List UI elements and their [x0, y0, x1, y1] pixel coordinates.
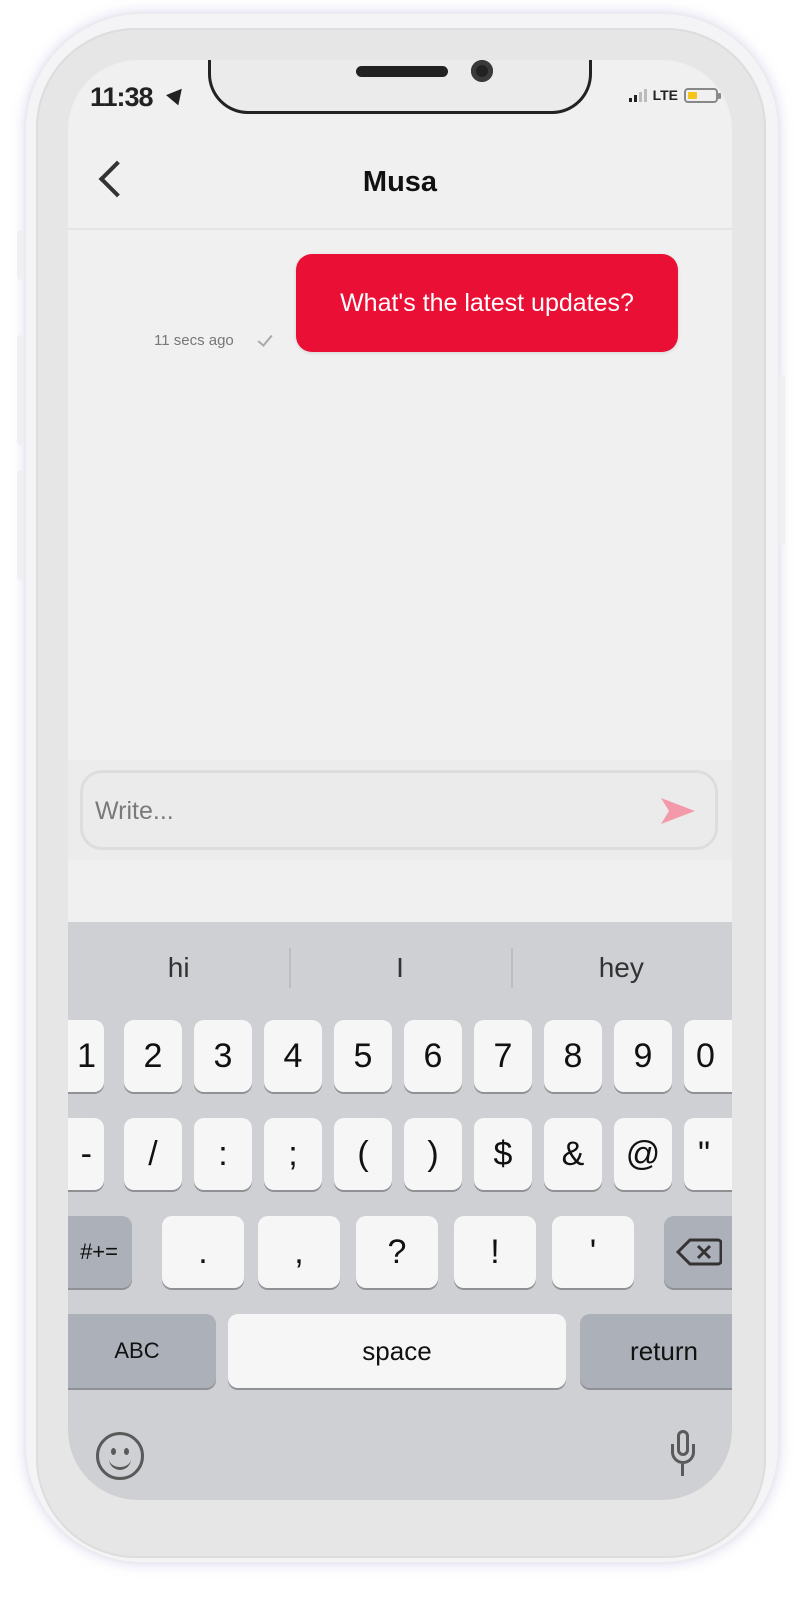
key[interactable]: 1: [68, 1020, 104, 1092]
status-indicators: LTE: [628, 87, 721, 103]
keyboard: hi I hey 1 2 3 4 5 6 7 8 9 0 - / : ; ( )…: [68, 922, 732, 1500]
volume-up-button: [17, 335, 23, 445]
volume-down-button: [17, 470, 23, 580]
front-camera: [471, 60, 493, 82]
return-key[interactable]: return: [580, 1314, 732, 1388]
key[interactable]: 5: [334, 1020, 392, 1092]
chat-header: Musa: [68, 146, 732, 226]
earpiece-speaker: [356, 66, 448, 77]
emoji-icon[interactable]: [96, 1432, 144, 1480]
key[interactable]: 3: [194, 1020, 252, 1092]
power-button: [779, 375, 785, 545]
key[interactable]: 0: [684, 1020, 732, 1092]
phone-screen: 11:38 LTE Musa What's the latest updates…: [68, 60, 732, 1500]
battery-icon: [684, 87, 721, 103]
network-type: LTE: [652, 87, 678, 103]
microphone-icon[interactable]: [671, 1430, 695, 1482]
key[interactable]: 6: [404, 1020, 462, 1092]
chat-title: Musa: [362, 166, 438, 198]
suggestion-item[interactable]: hi: [68, 922, 289, 1014]
key[interactable]: ): [404, 1118, 462, 1190]
key[interactable]: 2: [124, 1020, 182, 1092]
side-button: [17, 230, 23, 280]
sent-message-bubble[interactable]: What's the latest updates?: [296, 254, 678, 352]
key[interactable]: 8: [544, 1020, 602, 1092]
notch: [208, 60, 592, 114]
key[interactable]: ,: [258, 1216, 340, 1288]
backspace-key[interactable]: [664, 1216, 732, 1288]
abc-key[interactable]: ABC: [68, 1314, 216, 1388]
space-key[interactable]: space: [228, 1314, 566, 1388]
key[interactable]: 7: [474, 1020, 532, 1092]
key[interactable]: !: [454, 1216, 536, 1288]
key[interactable]: $: [474, 1118, 532, 1190]
message-text: What's the latest updates?: [340, 288, 634, 317]
symbols-toggle-key[interactable]: #+=: [68, 1216, 132, 1288]
checkmark-icon: [257, 331, 273, 347]
message-timestamp: 11 secs ago: [154, 332, 234, 349]
key[interactable]: ": [684, 1118, 732, 1190]
suggestion-item[interactable]: hey: [510, 922, 732, 1014]
key[interactable]: .: [162, 1216, 244, 1288]
key[interactable]: 9: [614, 1020, 672, 1092]
suggestion-item[interactable]: I: [289, 922, 510, 1014]
backspace-icon: [676, 1238, 722, 1266]
key[interactable]: -: [68, 1118, 104, 1190]
signal-bars-icon: [628, 88, 647, 102]
header-divider: [68, 228, 732, 230]
key[interactable]: (: [334, 1118, 392, 1190]
key[interactable]: @: [614, 1118, 672, 1190]
suggestion-bar: hi I hey: [68, 922, 732, 1014]
key[interactable]: &: [544, 1118, 602, 1190]
key[interactable]: ?: [356, 1216, 438, 1288]
key[interactable]: :: [194, 1118, 252, 1190]
key[interactable]: 4: [264, 1020, 322, 1092]
key[interactable]: ': [552, 1216, 634, 1288]
key[interactable]: /: [124, 1118, 182, 1190]
message-composer: [80, 770, 718, 850]
status-time: 11:38: [90, 82, 154, 112]
send-arrow-icon[interactable]: [659, 796, 697, 826]
location-arrow-icon: [166, 83, 188, 106]
key[interactable]: ;: [264, 1118, 322, 1190]
message-input[interactable]: [93, 785, 657, 837]
